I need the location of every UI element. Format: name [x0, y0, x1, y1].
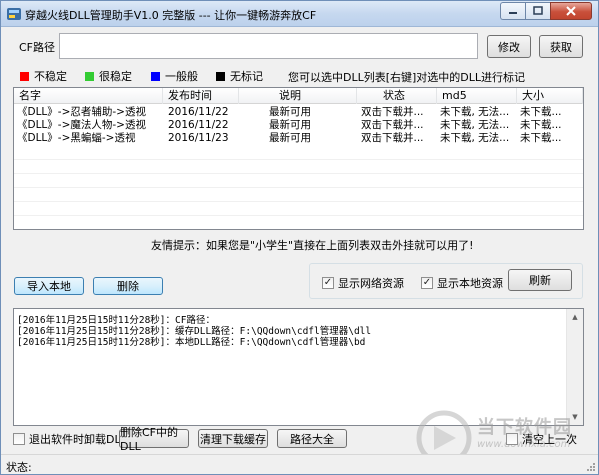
- status-bar: 状态:: [1, 454, 598, 474]
- cell-date: 2016/11/23: [168, 132, 229, 144]
- cell-desc: 最新可用: [269, 106, 311, 118]
- list-header: 名字 发布时间 说明 状态 md5 大小: [14, 88, 583, 104]
- window-controls: [500, 2, 592, 21]
- dll-list[interactable]: 名字 发布时间 说明 状态 md5 大小 《DLL》->忍者辅助->透视 201…: [13, 87, 584, 230]
- cell-status: 双击下载并...: [361, 106, 424, 118]
- blue-square-icon: [151, 71, 160, 81]
- legend-unmarked: 无标记: [216, 69, 263, 83]
- cell-md5: 未下载, 无法...: [440, 106, 510, 118]
- checkbox-checked-icon: ✓: [322, 277, 334, 289]
- column-header-name[interactable]: 名字: [14, 88, 163, 104]
- show-network-checkbox[interactable]: ✓ 显示网络资源: [322, 275, 404, 291]
- cell-desc: 最新可用: [269, 132, 311, 144]
- grid-line: [14, 187, 583, 188]
- scroll-up-icon[interactable]: ▲: [567, 309, 583, 325]
- legend-unstable: 不稳定: [20, 69, 67, 83]
- cell-name: 《DLL》->黑蝙蝠->透视: [17, 132, 136, 144]
- column-header-md5[interactable]: md5: [437, 88, 517, 104]
- unload-on-exit-label: 退出软件时卸载DLL: [29, 433, 127, 446]
- legend-label: 无标记: [230, 70, 263, 83]
- log-line: [2016年11月25日15时11分28秒]：本地DLL路径：F:\QQdown…: [17, 337, 366, 348]
- minimize-icon: [509, 12, 517, 14]
- mark-tip: 您可以选中DLL列表[右键]对选中的DLL进行标记: [288, 71, 526, 84]
- black-square-icon: [216, 71, 225, 81]
- clear-previous-checkbox[interactable]: 清空上一次: [506, 431, 577, 447]
- table-row[interactable]: 《DLL》->忍者辅助->透视 2016/11/22 最新可用 双击下载并...…: [14, 106, 583, 119]
- delete-cf-dll-button[interactable]: 删除CF中的DLL: [119, 426, 189, 453]
- status-label: 状态:: [6, 461, 32, 474]
- path-all-button[interactable]: 路径大全: [277, 429, 347, 448]
- grid-line: [14, 201, 583, 202]
- column-header-status[interactable]: 状态: [357, 88, 437, 104]
- maximize-button[interactable]: [525, 2, 550, 20]
- maximize-icon: [533, 6, 543, 15]
- legend-stable: 很稳定: [85, 69, 132, 83]
- column-header-date[interactable]: 发布时间: [163, 88, 239, 104]
- log-scrollbar[interactable]: ▲ ▼: [566, 309, 583, 425]
- cell-md5: 未下载, 无法...: [440, 119, 510, 131]
- cf-path-label: CF路径: [19, 41, 56, 54]
- cell-status: 双击下载并...: [361, 119, 424, 131]
- clear-previous-label: 清空上一次: [522, 433, 577, 446]
- close-button[interactable]: [550, 2, 592, 20]
- green-square-icon: [85, 71, 94, 81]
- show-local-checkbox[interactable]: ✓ 显示本地资源: [421, 275, 503, 291]
- table-row[interactable]: 《DLL》->黑蝙蝠->透视 2016/11/23 最新可用 双击下载并... …: [14, 132, 583, 145]
- red-square-icon: [20, 71, 29, 81]
- legend-label: 不稳定: [34, 70, 67, 83]
- resize-grip-icon[interactable]: [586, 462, 596, 472]
- cell-date: 2016/11/22: [168, 119, 229, 131]
- friendly-tip: 友情提示：如果您是"小学生"直接在上面列表双击外挂就可以用了!: [151, 239, 474, 252]
- clear-cache-button[interactable]: 清理下载缓存: [198, 429, 268, 448]
- modify-button[interactable]: 修改: [487, 35, 531, 58]
- main-window: 穿越火线DLL管理助手V1.0 完整版 --- 让你一键畅游奔放CF CF路径 …: [0, 0, 599, 475]
- show-local-label: 显示本地资源: [437, 277, 503, 290]
- show-network-label: 显示网络资源: [338, 277, 404, 290]
- title-bar[interactable]: 穿越火线DLL管理助手V1.0 完整版 --- 让你一键畅游奔放CF: [1, 1, 598, 27]
- cell-name: 《DLL》->忍者辅助->透视: [17, 106, 146, 118]
- cell-size: 未下载...: [520, 132, 562, 144]
- checkbox-unchecked-icon: [13, 433, 25, 445]
- unload-on-exit-checkbox[interactable]: 退出软件时卸载DLL: [13, 431, 127, 447]
- delete-button[interactable]: 删除: [93, 277, 163, 295]
- close-icon: [566, 6, 576, 16]
- cell-date: 2016/11/22: [168, 106, 229, 118]
- column-header-size[interactable]: 大小: [517, 88, 583, 104]
- checkbox-unchecked-icon: [506, 433, 518, 445]
- fetch-button[interactable]: 获取: [539, 35, 583, 58]
- import-local-button[interactable]: 导入本地: [14, 277, 84, 295]
- minimize-button[interactable]: [500, 2, 525, 20]
- cell-size: 未下载...: [520, 119, 562, 131]
- legend-label: 一般般: [165, 70, 198, 83]
- cell-size: 未下载...: [520, 106, 562, 118]
- table-row[interactable]: 《DLL》->魔法人物->透视 2016/11/22 最新可用 双击下载并...…: [14, 119, 583, 132]
- app-icon: [7, 8, 21, 20]
- legend-average: 一般般: [151, 69, 198, 83]
- column-header-desc[interactable]: 说明: [239, 88, 357, 104]
- grid-line: [14, 215, 583, 216]
- cell-name: 《DLL》->魔法人物->透视: [17, 119, 146, 131]
- cell-md5: 未下载, 无法...: [440, 132, 510, 144]
- window-title: 穿越火线DLL管理助手V1.0 完整版 --- 让你一键畅游奔放CF: [25, 9, 317, 22]
- legend-label: 很稳定: [99, 70, 132, 83]
- grid-line: [14, 173, 583, 174]
- grid-line: [14, 159, 583, 160]
- cell-status: 双击下载并...: [361, 132, 424, 144]
- checkbox-checked-icon: ✓: [421, 277, 433, 289]
- cf-path-input[interactable]: [59, 33, 478, 59]
- refresh-button[interactable]: 刷新: [508, 269, 572, 291]
- cell-desc: 最新可用: [269, 119, 311, 131]
- resource-options-group: ✓ 显示网络资源 ✓ 显示本地资源 刷新: [309, 263, 583, 299]
